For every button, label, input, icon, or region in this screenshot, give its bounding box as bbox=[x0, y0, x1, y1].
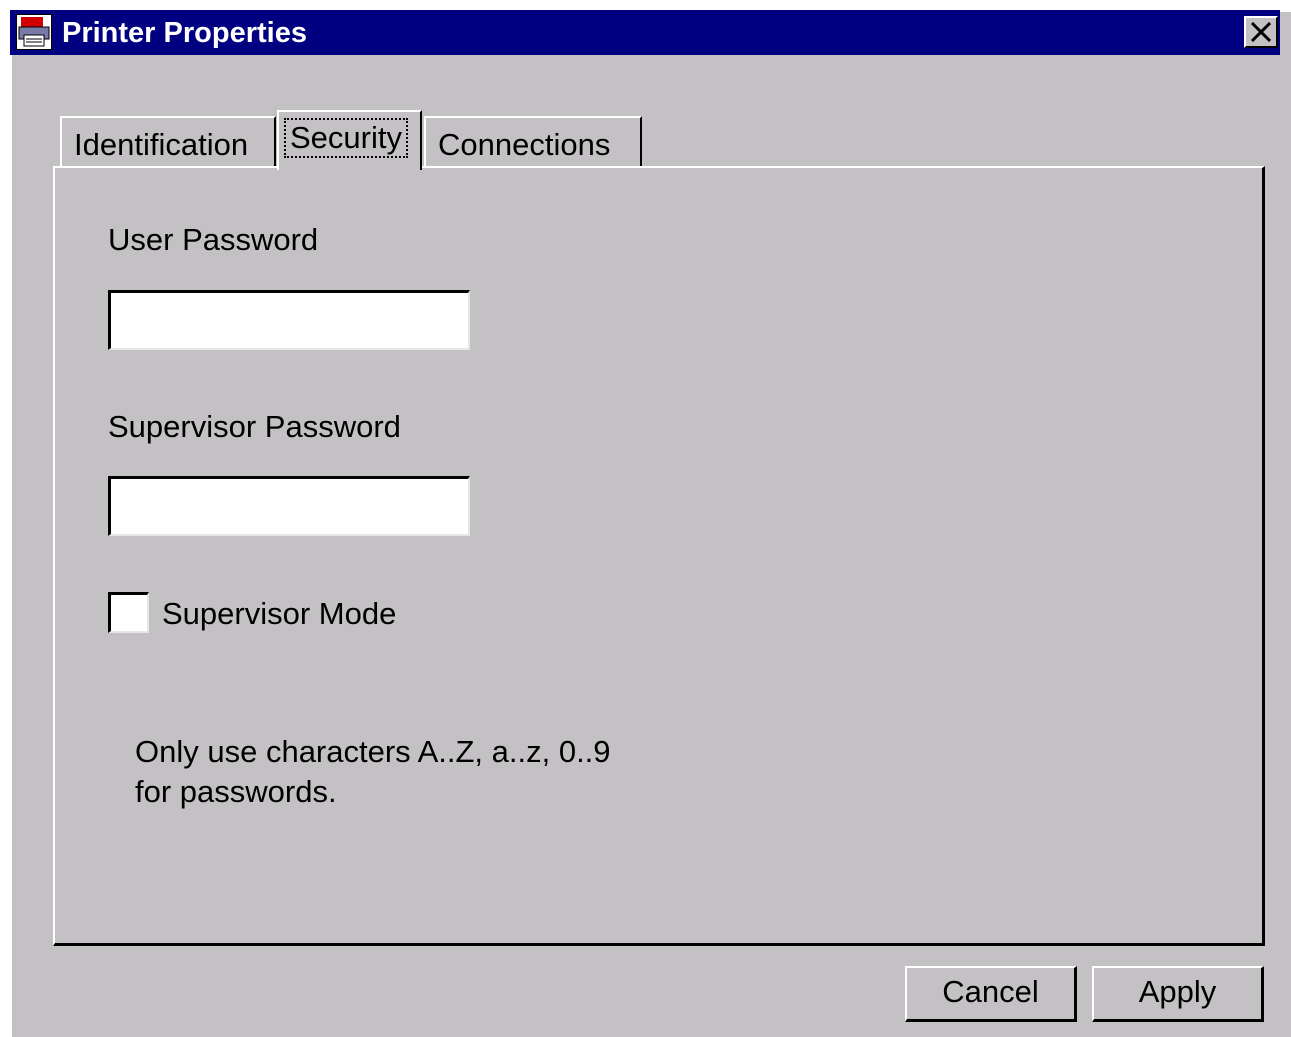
apply-button[interactable]: Apply bbox=[1092, 966, 1264, 1022]
tab-security-label: Security bbox=[284, 118, 408, 158]
tab-connections[interactable]: Connections bbox=[424, 116, 642, 168]
supervisor-mode-checkbox[interactable] bbox=[108, 592, 149, 633]
tab-identification-label: Identification bbox=[74, 127, 249, 162]
close-icon bbox=[1249, 18, 1273, 51]
close-button[interactable] bbox=[1244, 16, 1278, 48]
security-panel: User Password Supervisor Password Superv… bbox=[53, 166, 1265, 946]
supervisor-mode-label[interactable]: Supervisor Mode bbox=[162, 596, 396, 632]
user-password-label: User Password bbox=[108, 222, 319, 257]
supervisor-password-field[interactable] bbox=[108, 476, 470, 536]
tab-connections-label: Connections bbox=[438, 127, 611, 162]
supervisor-password-label: Supervisor Password bbox=[108, 409, 401, 444]
password-hint-line-1: Only use characters A..Z, a..z, 0..9 bbox=[135, 734, 611, 769]
user-password-field[interactable] bbox=[108, 290, 470, 350]
tab-security[interactable]: Security bbox=[277, 110, 422, 170]
password-hint-line-2: for passwords. bbox=[135, 774, 337, 809]
tab-identification[interactable]: Identification bbox=[60, 116, 276, 168]
printer-icon bbox=[16, 14, 52, 50]
window-title: Printer Properties bbox=[62, 17, 307, 49]
cancel-button[interactable]: Cancel bbox=[905, 966, 1077, 1022]
title-bar[interactable]: Printer Properties bbox=[10, 10, 1280, 55]
